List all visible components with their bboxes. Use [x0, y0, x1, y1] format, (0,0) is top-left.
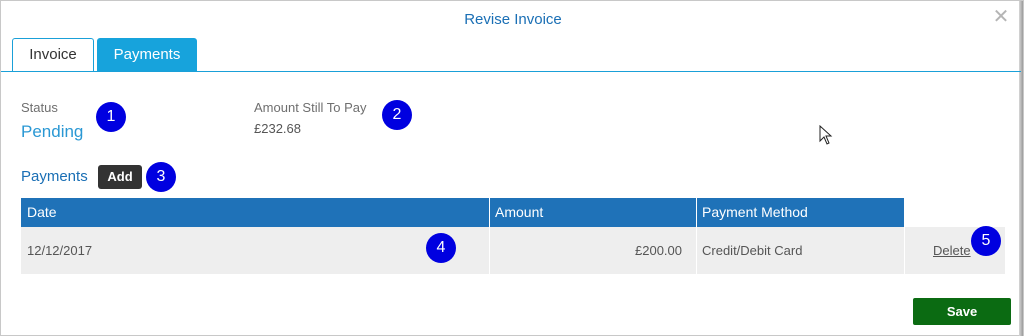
add-payment-button[interactable]: Add: [98, 165, 142, 189]
column-divider: [696, 198, 697, 274]
payment-amount-cell: £200.00: [489, 227, 696, 274]
callout-badge-2: 2: [382, 100, 412, 130]
payment-method-cell: Credit/Debit Card: [696, 227, 904, 274]
column-divider: [904, 198, 905, 274]
payments-section-label: Payments: [21, 168, 88, 185]
mouse-pointer-icon: [819, 125, 833, 145]
column-header-payment-method: Payment Method: [696, 198, 904, 227]
save-button[interactable]: Save: [913, 298, 1011, 325]
delete-payment-link[interactable]: Delete: [933, 243, 971, 258]
callout-badge-1: 1: [96, 102, 126, 132]
dialog-title: Revise Invoice: [464, 11, 562, 28]
column-header-amount: Amount: [489, 198, 696, 227]
callout-badge-3: 3: [146, 162, 176, 192]
tab-payments[interactable]: Payments: [97, 38, 197, 72]
amount-due-label: Amount Still To Pay: [254, 100, 367, 115]
payment-date-cell: 12/12/2017: [21, 227, 489, 274]
column-divider: [489, 198, 490, 274]
column-header-date: Date: [21, 198, 489, 227]
status-label: Status: [21, 100, 58, 115]
window-edge: [1019, 1, 1023, 336]
amount-due-value: £232.68: [254, 121, 301, 136]
tabs-divider: [1, 71, 1021, 72]
status-value: Pending: [21, 122, 84, 141]
tab-invoice[interactable]: Invoice: [12, 38, 94, 72]
close-icon[interactable]: ✕: [991, 7, 1011, 27]
revise-invoice-dialog: Revise Invoice ✕ Invoice Payments Status…: [0, 0, 1024, 336]
callout-badge-5: 5: [971, 226, 1001, 256]
callout-badge-4: 4: [426, 233, 456, 263]
